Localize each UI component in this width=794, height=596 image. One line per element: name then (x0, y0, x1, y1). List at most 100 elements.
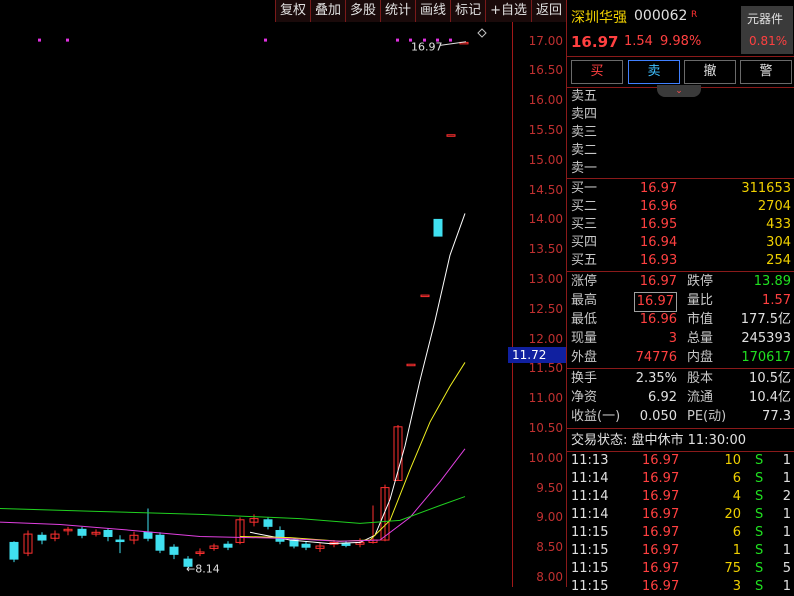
tick-count: 1 (782, 453, 791, 468)
r-tag: R (691, 10, 698, 20)
ask-row: 卖四 (567, 106, 794, 124)
divider (567, 368, 794, 369)
price-tick: 8.50 (536, 540, 563, 555)
candle-body (223, 543, 233, 548)
tick-row: 11:15 16.97 3 S 1 (567, 578, 794, 596)
candle-body (9, 541, 19, 560)
stat-value: 6.92 (648, 390, 677, 405)
ma5-line (249, 213, 466, 545)
price-tick: 11.50 (528, 361, 563, 376)
stat-row: 外盘 74776 内盘 170617 (567, 349, 794, 367)
stat-value: 3 (668, 331, 677, 346)
signal-dot (396, 38, 399, 42)
tick-count: 1 (782, 579, 791, 594)
tick-volume: 10 (724, 453, 741, 468)
stat-value: 77.3 (762, 409, 791, 424)
candle-body (77, 528, 87, 536)
price-tick: 11.00 (528, 391, 563, 406)
price-tick: 10.50 (528, 421, 563, 435)
tick-volume: 6 (732, 471, 741, 486)
ask-label: 卖三 (571, 125, 598, 140)
stat-value: 2.35% (635, 371, 677, 386)
tick-time: 11:13 (571, 453, 609, 468)
stock-code: 000062 (634, 8, 688, 24)
price-change-pct: 9.98% (660, 34, 702, 49)
bid-price: 16.97 (640, 181, 678, 196)
tick-count: 1 (782, 507, 791, 522)
high-label: 16.97 (411, 41, 443, 54)
tick-price: 16.97 (642, 543, 680, 558)
current-price-marker: 11.72 (508, 347, 568, 364)
bid-volume: 311653 (741, 181, 791, 196)
sector-box[interactable]: 元器件 0.81% (741, 6, 793, 54)
toolbar-button-0[interactable]: 复权 (274, 0, 310, 22)
bid-price: 16.96 (640, 199, 678, 214)
toolbar-button-3[interactable]: 统计 (380, 0, 416, 22)
stat-row: 净资 6.92 流通 10.4亿 (567, 389, 794, 407)
ask-label: 卖二 (571, 143, 598, 158)
cancel-button[interactable]: 撤 (684, 60, 736, 84)
tick-row: 11:14 16.97 20 S 1 (567, 506, 794, 524)
tick-row: 11:15 16.97 6 S 1 (567, 524, 794, 542)
bid-row: 买三 16.95 433 (567, 216, 794, 234)
kline-chart[interactable]: 16.97 ←8.14 (0, 0, 512, 587)
alert-button[interactable]: 警 (740, 60, 792, 84)
bid-row: 买二 16.96 2704 (567, 198, 794, 216)
sell-button[interactable]: 卖 (628, 60, 680, 84)
chart-toolbar: 复权 叠加 多股 统计 画线 标记 +自选 返回 (274, 0, 566, 22)
ask-row: 卖五 (567, 88, 794, 106)
stock-name[interactable]: 深圳华强 (571, 7, 627, 27)
tick-price: 16.97 (642, 561, 680, 576)
toolbar-button-7[interactable]: 返回 (530, 0, 566, 22)
stat-value: 10.5亿 (749, 371, 791, 386)
tick-side: S (755, 543, 764, 558)
candle-body (37, 534, 47, 541)
stat-value: 74776 (635, 350, 677, 365)
toolbar-button-1[interactable]: 叠加 (310, 0, 346, 22)
diamond-icon (477, 28, 487, 38)
ask-label: 卖五 (571, 89, 598, 104)
candle-body (341, 543, 351, 546)
stat-label: 内盘 (687, 350, 714, 365)
candle-body (446, 134, 456, 137)
stock-header: 深圳华强 000062 R 16.97 1.54 9.98% 元器件 0.81% (567, 0, 794, 57)
stat-row: 收益(一) 0.050 PE(动) 77.3 (567, 408, 794, 426)
bid-label: 买五 (571, 253, 598, 268)
bid-price: 16.93 (640, 253, 678, 268)
stat-label: 现量 (571, 331, 598, 346)
price-tick: 12.50 (528, 301, 563, 316)
tick-time: 11:15 (571, 579, 609, 594)
divider (567, 178, 794, 179)
bid-price: 16.94 (640, 235, 678, 250)
price-tick: 16.50 (528, 63, 563, 78)
tick-side: S (755, 525, 764, 540)
bid-label: 买二 (571, 199, 598, 214)
tick-count: 1 (782, 543, 791, 558)
kline-chart-area[interactable]: 16.97 ←8.14 17.00 16.50 16.00 15.50 15.00 14.5… (0, 0, 568, 587)
stat-row: 最低 16.96 市值 177.5亿 (567, 311, 794, 329)
candle-body (155, 534, 165, 551)
tick-row: 11:14 16.97 4 S 2 (567, 488, 794, 506)
stat-value: 16.97 (639, 274, 677, 289)
stat-label: 市值 (687, 312, 714, 327)
toolbar-button-5[interactable]: 标记 (450, 0, 486, 22)
toolbar-button-4[interactable]: 画线 (415, 0, 451, 22)
stat-label: 净资 (571, 390, 598, 405)
stat-value: 245393 (741, 331, 791, 346)
ma20-line (0, 448, 466, 542)
candle-body (103, 530, 113, 537)
tick-side: S (755, 453, 764, 468)
candle-body (275, 530, 285, 542)
toolbar-button-6[interactable]: +自选 (485, 0, 531, 22)
toolbar-button-2[interactable]: 多股 (345, 0, 381, 22)
stat-label: 股本 (687, 371, 714, 386)
tick-price: 16.97 (642, 471, 680, 486)
price-tick: 17.00 (528, 33, 563, 48)
stat-label: 涨停 (571, 274, 598, 289)
stat-value: 170617 (741, 350, 791, 365)
candle-body (406, 363, 416, 367)
price-tick: 16.00 (528, 93, 563, 108)
stat-value: 13.89 (753, 274, 791, 289)
buy-button[interactable]: 买 (571, 60, 623, 84)
bid-volume: 304 (766, 235, 791, 250)
